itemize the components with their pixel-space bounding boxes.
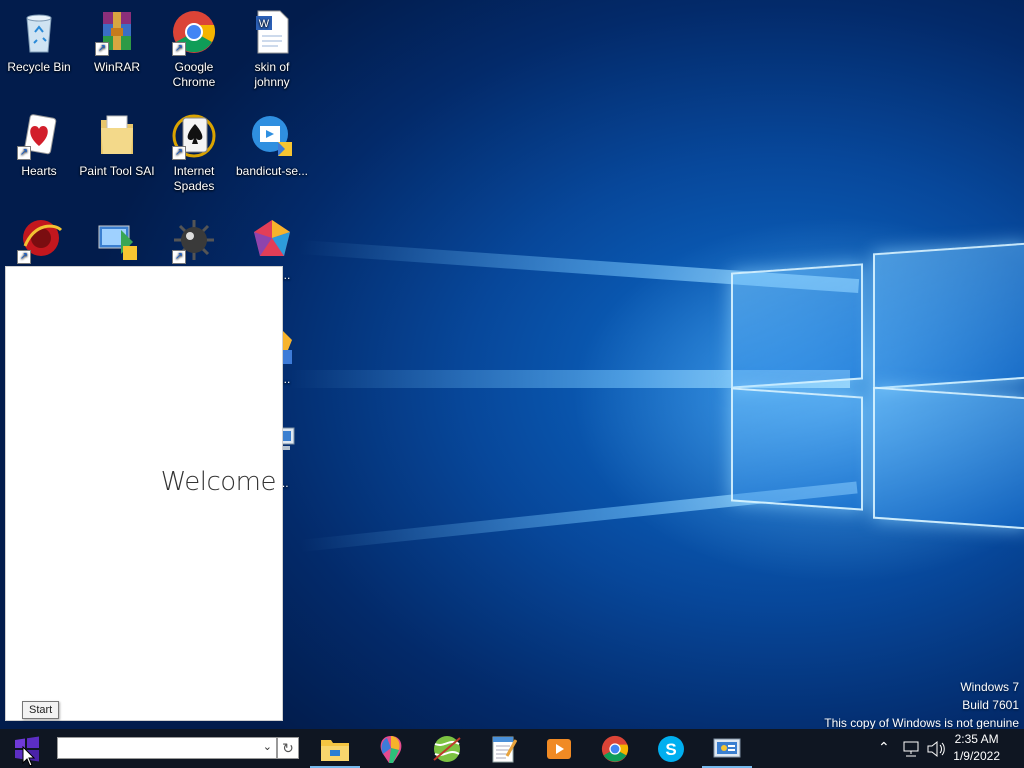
shortcut-arrow-icon: ↗ [17,146,31,160]
watermark-os-name: Windows 7 [960,680,1019,694]
desktop-icon-label: Hearts [21,164,57,178]
desktop-icon-bandicut-setup[interactable]: bandicut-se... [233,112,311,179]
chevron-down-icon[interactable]: ⌄ [263,740,272,753]
file-explorer-icon [321,739,349,761]
desktop-icon-network-setup[interactable] [78,216,156,268]
window-logo-pane [873,242,1024,390]
bandicut-installer-icon [248,112,296,160]
desktop-icon-label: Internet Spades [173,164,215,193]
welcome-text: Welcome [160,467,277,497]
desktop-icon-paint-tool-sai[interactable]: Paint Tool SAI [78,112,156,179]
welcome-window[interactable]: Welcome [5,266,283,721]
control-panel-icon [713,738,741,757]
refresh-button[interactable]: ↻ [277,737,299,759]
clock-date: 1/9/2022 [953,749,1000,763]
word-document-icon: W [248,8,296,56]
window-logo-pane [731,263,863,389]
windows-watermark: Windows 7 Build 7601 This copy of Window… [824,678,1019,732]
volume-icon[interactable] [926,740,946,758]
desktop-icon-winrar[interactable]: ↗ WinRAR [78,8,156,75]
taskbar-address-input[interactable] [61,739,255,759]
red-app-icon: ↗ [15,216,63,264]
hearts-game-icon: ↗ [15,112,63,160]
minesweeper-icon: ↗ [170,216,218,264]
desktop-icon-label: Recycle Bin [7,60,71,74]
media-player-icon [547,738,571,759]
shortcut-arrow-icon: ↗ [172,42,186,56]
refresh-icon: ↻ [282,740,294,756]
shortcut-arrow-icon: ↗ [17,250,31,264]
folder-icon [93,112,141,160]
shortcut-arrow-icon: ↗ [172,146,186,160]
shortcut-arrow-icon: ↗ [172,250,186,264]
svg-text:W: W [259,18,270,30]
window-logo-pane [731,387,863,511]
start-tooltip: Start [22,701,60,719]
chrome-icon [601,735,629,762]
notepad-icon [492,736,517,762]
desktop-icon-label: bandicut-se... [235,164,309,178]
clock-time: 2:35 AM [954,732,999,746]
desktop-icon-hearts[interactable]: ↗ Hearts [0,112,78,179]
mouse-cursor-icon [22,746,36,767]
desktop-icon-skin-of-johnny[interactable]: W skin of johnny [233,8,311,90]
taskbar-clock[interactable]: 2:35 AM 1/9/2022 [953,731,1000,765]
window-logo-pane [873,386,1024,530]
taskbar-chrome[interactable] [588,729,642,768]
desktop-icon-minesweeper[interactable]: ↗ [155,216,233,268]
taskbar-media-player[interactable] [532,729,586,768]
winrar-icon: ↗ [93,8,141,56]
taskbar-tennis-game[interactable] [420,729,474,768]
taskbar-control-panel[interactable] [700,729,754,768]
watermark-build: Build 7601 [962,698,1019,712]
desktop-icon-recycle-bin[interactable]: Recycle Bin [0,8,78,75]
desktop-icon-label: Paint Tool SAI [79,164,155,178]
desktop-icon-red-app[interactable]: ↗ [0,216,78,268]
chevron-up-icon[interactable]: ⌃ [878,739,890,756]
desktop-icon-internet-spades[interactable]: ↗ Internet Spades [155,112,233,194]
taskbar-notepad[interactable] [476,729,530,768]
skype-icon: S [658,735,684,762]
taskbar-skype[interactable]: S [644,729,698,768]
desktop-icon-google-chrome[interactable]: ↗ Google Chrome [155,8,233,90]
tennis-game-icon [433,735,461,762]
svg-text:S: S [665,740,676,759]
desktop-icon-label: Google Chrome [172,60,216,89]
chrome-icon: ↗ [170,8,218,56]
taskbar-paint[interactable] [364,729,418,768]
shortcut-arrow-icon: ↗ [95,42,109,56]
spades-game-icon: ↗ [170,112,218,160]
network-icon[interactable] [902,741,920,757]
recycle-bin-icon [15,8,63,56]
colorful-installer-icon [248,216,296,264]
taskbar-address-box[interactable]: ⌄ [57,737,277,759]
network-setup-icon [93,216,141,264]
desktop-icon-label: skin of johnny [254,60,290,89]
taskbar-file-explorer[interactable] [308,729,362,768]
desktop-icon-label: WinRAR [93,60,140,74]
paint-icon [380,735,402,763]
system-tray: ⌃ [864,729,1024,768]
